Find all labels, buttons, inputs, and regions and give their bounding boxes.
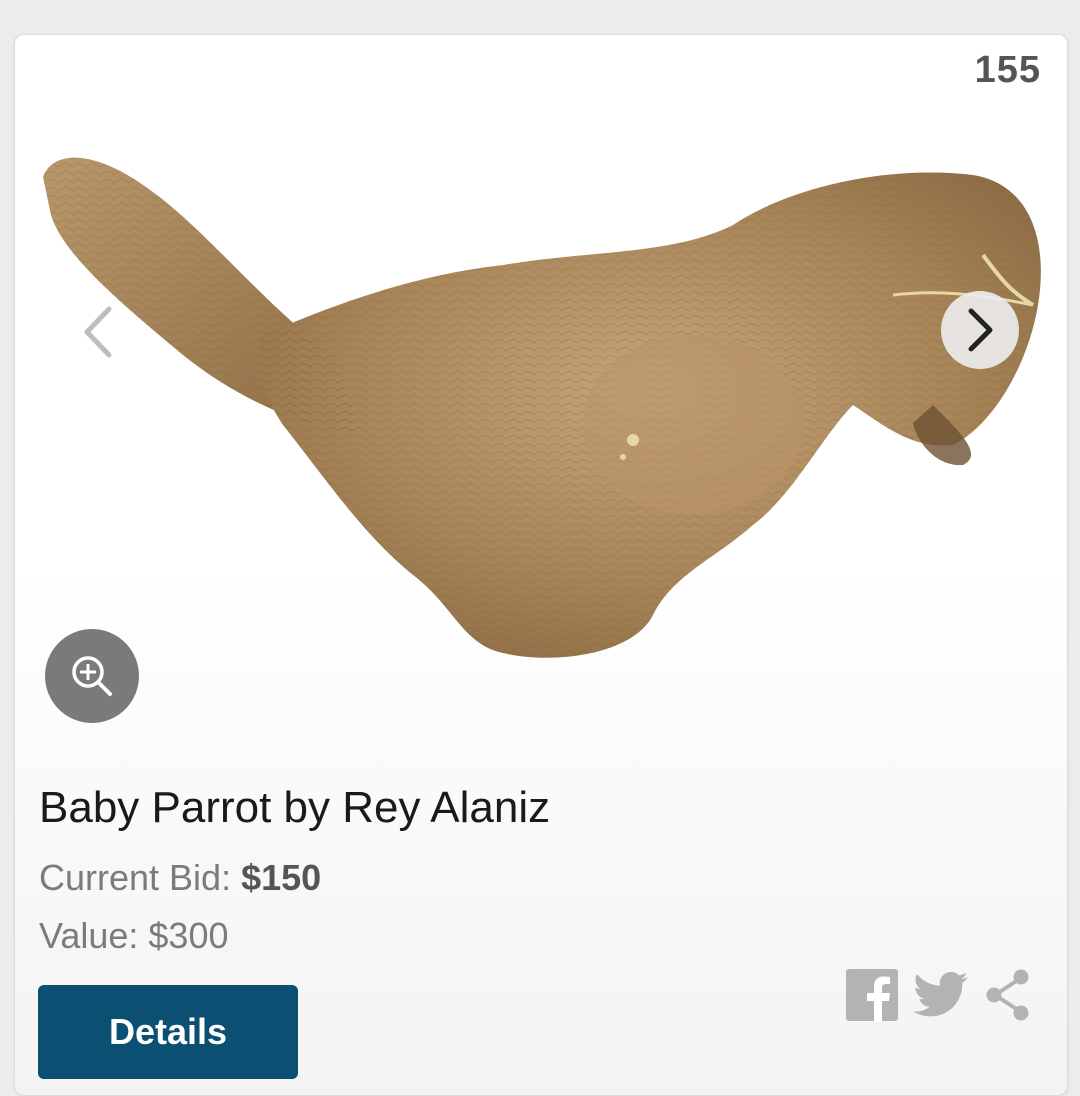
item-image[interactable] xyxy=(33,105,1053,665)
parrot-sculpture-image xyxy=(43,157,1041,658)
chevron-right-icon xyxy=(968,308,993,352)
twitter-share-button[interactable] xyxy=(913,971,969,1019)
share-icon xyxy=(986,969,1029,1021)
zoom-button[interactable] xyxy=(45,629,139,723)
current-bid-label: Current Bid: xyxy=(39,857,242,898)
item-title[interactable]: Baby Parrot by Rey Alaniz xyxy=(39,783,550,833)
item-value: Value: $300 xyxy=(39,915,229,956)
current-bid: Current Bid: $150 xyxy=(39,857,321,899)
twitter-icon xyxy=(913,972,968,1017)
auction-item-card: 155 Baby Parrot by Rey Alaniz Current Bi… xyxy=(14,34,1068,1096)
current-bid-amount: $150 xyxy=(241,857,322,898)
next-image-button[interactable] xyxy=(941,291,1019,369)
social-share-row xyxy=(845,967,1033,1023)
share-button[interactable] xyxy=(983,968,1033,1022)
previous-image-button[interactable] xyxy=(73,297,123,367)
details-button[interactable]: Details xyxy=(38,985,298,1079)
zoom-in-icon xyxy=(72,656,112,696)
facebook-icon xyxy=(846,969,898,1022)
facebook-share-button[interactable] xyxy=(845,968,899,1022)
chevron-left-icon xyxy=(84,306,112,358)
lot-number: 155 xyxy=(974,49,1041,91)
